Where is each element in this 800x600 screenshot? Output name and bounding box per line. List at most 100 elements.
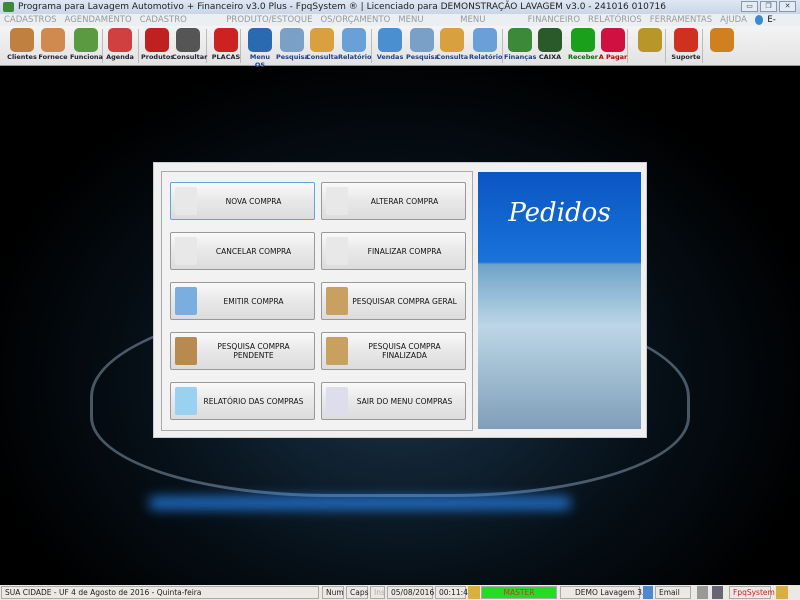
exit-icon	[710, 28, 734, 52]
toolbar-button-consulta[interactable]: Consulta	[436, 28, 468, 64]
toolbar-button-consulta[interactable]: Consulta	[306, 28, 338, 64]
toolbar-button-relat-rio[interactable]: Relatório	[469, 28, 503, 64]
toolbar-button-receber[interactable]: Receber	[567, 28, 599, 64]
toolbar-button-placas[interactable]: PLACAS	[210, 28, 242, 64]
toolbar-button-clientes[interactable]: Clientes	[6, 28, 38, 64]
search-docs-icon	[410, 28, 434, 52]
employee-icon	[74, 28, 98, 52]
button-label: PESQUISA COMPRA FINALIZADA	[368, 342, 441, 360]
toolbar-button-agenda[interactable]: Agenda	[104, 28, 136, 64]
printer-icon[interactable]	[697, 586, 708, 599]
button-relat-rio-das-compras[interactable]: RELATÓRIO DAS COMPRAS	[170, 382, 315, 420]
status-user: MASTER	[481, 586, 557, 599]
status-brand: FpqSystem	[729, 586, 775, 599]
button-label: PESQUISA COMPRA PENDENTE	[217, 342, 290, 360]
user-icon	[468, 586, 480, 599]
toolbar-button-finan-as[interactable]: Finanças	[504, 28, 536, 64]
toolbar-label: CAIXA	[538, 53, 562, 61]
file-box-icon	[440, 28, 464, 52]
toolbar-button-relat-rio[interactable]: Relatório	[338, 28, 372, 64]
toolbar-label: Clientes	[7, 53, 37, 61]
button-label: SAIR DO MENU COMPRAS	[356, 396, 453, 406]
status-location: SUA CIDADE - UF 4 de Agosto de 2016 - Qu…	[1, 586, 319, 599]
menu-menu-vendas[interactable]: MENU VENDAS	[398, 14, 452, 37]
file-box-icon	[310, 28, 334, 52]
monitor-icon	[378, 28, 402, 52]
emit-icon	[175, 287, 197, 315]
button-label: NOVA COMPRA	[225, 196, 282, 206]
menu-agendamento[interactable]: AGENDAMENTO	[65, 14, 132, 26]
support-icon	[674, 28, 698, 52]
toolbar-button-pesquisa[interactable]: Pesquisa	[276, 28, 309, 64]
users-icon	[10, 28, 34, 52]
clipboard-icon	[248, 28, 272, 52]
email-icon[interactable]	[643, 586, 653, 599]
toolbar-button-vendas[interactable]: Vendas	[374, 28, 406, 64]
button-label: EMITIR COMPRA	[223, 296, 284, 306]
button-cancelar-compra[interactable]: CANCELAR COMPRA	[170, 232, 315, 270]
toolbar-label: Agenda	[106, 53, 134, 61]
toolbar-label: PLACAS	[211, 53, 241, 61]
printer-icon	[175, 387, 197, 415]
button-finalizar-compra[interactable]: FINALIZAR COMPRA	[321, 232, 466, 270]
menu-menu-compras[interactable]: MENU COMPRAS	[460, 14, 520, 37]
status-time: 00:11:45	[435, 586, 473, 599]
edit-pencil-icon	[326, 187, 348, 215]
title-bar: Programa para Lavagem Automotivo + Finan…	[0, 0, 800, 14]
menu-financeiro[interactable]: FINANCEIRO	[528, 14, 580, 26]
toolbar-button-exit[interactable]	[706, 28, 738, 64]
toolbar-label: Fornece	[38, 53, 68, 61]
button-pesquisa-compra-pendente[interactable]: PESQUISA COMPRA PENDENTE	[170, 332, 315, 370]
finished-search-icon	[326, 337, 348, 365]
computer-icon[interactable]	[712, 586, 723, 599]
button-label: PESQUISAR COMPRA GERAL	[352, 296, 457, 306]
menu-cadastros[interactable]: CADASTROS	[4, 14, 57, 26]
user-icon	[776, 586, 788, 599]
toolbar-button-suporte[interactable]: Suporte	[670, 28, 702, 64]
button-panel: NOVA COMPRA ALTERAR COMPRA CANCELAR COMPRA…	[161, 171, 473, 431]
button-label: FINALIZAR COMPRA	[367, 246, 442, 256]
exit-menu-icon	[326, 387, 348, 415]
restore-button[interactable]: ❐	[760, 1, 777, 12]
search-docs-icon	[280, 28, 304, 52]
button-nova-compra[interactable]: NOVA COMPRA	[170, 182, 315, 220]
printer-icon	[342, 28, 366, 52]
button-sair-do-menu-compras[interactable]: SAIR DO MENU COMPRAS	[321, 382, 466, 420]
status-date: 05/08/2016	[387, 586, 434, 599]
toolbar-button-caixa[interactable]: CAIXA	[534, 28, 566, 64]
toolbar-button-a-pagar[interactable]: A Pagar	[597, 28, 629, 64]
purchases-menu-dialog: NOVA COMPRA ALTERAR COMPRA CANCELAR COMPRA…	[153, 162, 647, 438]
toolbar-button-consultar[interactable]: Consultar	[172, 28, 208, 64]
toolbar-button-menu-os[interactable]: Menu OS	[244, 28, 276, 69]
status-email[interactable]: Email	[655, 586, 691, 599]
toolbar-label: Consultar	[172, 53, 208, 61]
toolbar-label: Funciona	[70, 53, 103, 61]
toolbar-button-funciona[interactable]: Funciona	[70, 28, 103, 64]
toolbar-button-coins[interactable]	[634, 28, 666, 64]
button-alterar-compra[interactable]: ALTERAR COMPRA	[321, 182, 466, 220]
toolbar-button-produtos[interactable]: Produtos	[141, 28, 174, 64]
menu-os-or-amento[interactable]: OS/ORÇAMENTO	[320, 14, 390, 26]
cash-book-icon	[538, 28, 562, 52]
toolbar-button-pesquisa[interactable]: Pesquisa	[406, 28, 439, 64]
button-emitir-compra[interactable]: EMITIR COMPRA	[170, 282, 315, 320]
menu-ferramentas[interactable]: FERRAMENTAS	[650, 14, 712, 26]
menu-relat-rios[interactable]: RELATÓRIOS	[588, 14, 642, 26]
menu-email[interactable]: E-MAIL	[767, 14, 792, 37]
calendar-icon	[108, 28, 132, 52]
toolbar-label: Finanças	[504, 53, 537, 61]
search-chart-icon	[326, 287, 348, 315]
button-label: ALTERAR COMPRA	[370, 196, 439, 206]
toolbox-icon	[145, 28, 169, 52]
close-button[interactable]: ✕	[779, 1, 796, 12]
menu-ajuda[interactable]: AJUDA	[720, 14, 747, 26]
minimize-button[interactable]: ▭	[741, 1, 758, 12]
status-caps: Caps	[346, 586, 369, 599]
toolbar-label: Pesquisa	[276, 53, 309, 61]
toolbar-button-fornece[interactable]: Fornece	[37, 28, 69, 64]
button-pesquisa-compra-finalizada[interactable]: PESQUISA COMPRA FINALIZADA	[321, 332, 466, 370]
menu-cadastro-veiculos[interactable]: CADASTRO VEICULOS	[140, 14, 219, 37]
toolbar-label: Consulta	[306, 53, 339, 61]
menu-produto-estoque[interactable]: PRODUTO/ESTOQUE	[226, 14, 312, 26]
button-pesquisar-compra-geral[interactable]: PESQUISAR COMPRA GERAL	[321, 282, 466, 320]
